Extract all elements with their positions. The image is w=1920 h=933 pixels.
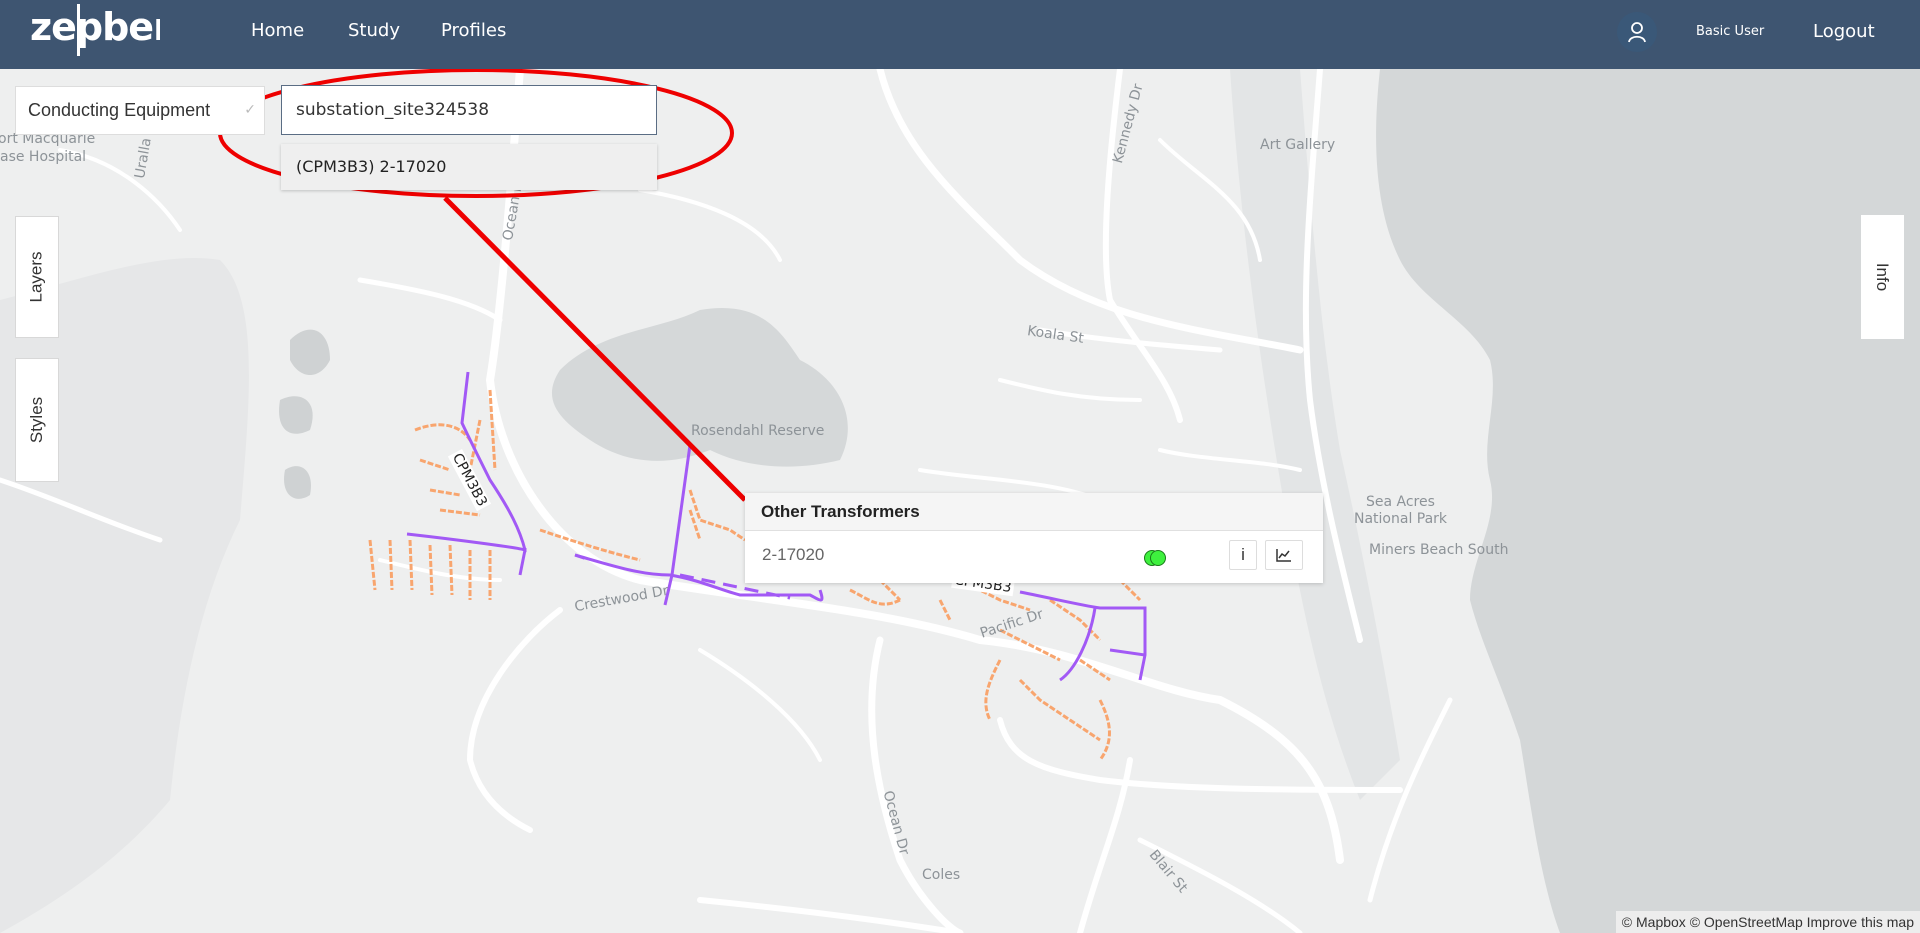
map-label: ase Hospital [0, 149, 87, 165]
layers-tab[interactable]: Layers [15, 216, 59, 338]
pond [279, 396, 313, 434]
map-label: National Park [1354, 511, 1448, 527]
info-tab[interactable]: Info [1861, 215, 1904, 339]
info-button[interactable]: i [1229, 540, 1257, 570]
sea-area [1376, 69, 1920, 933]
transformer-id: 2-17020 [762, 545, 825, 564]
map-label: Rosendahl Reserve [691, 423, 825, 439]
search-result-item[interactable]: (CPM3B3) 2-17020 [281, 144, 657, 189]
map-label: Art Gallery [1260, 137, 1336, 153]
user-avatar[interactable] [1617, 12, 1657, 52]
map-label: Coles [922, 867, 961, 883]
equipment-type-value: Conducting Equipment [28, 100, 211, 120]
user-name: Basic User [1696, 24, 1765, 39]
search-input[interactable] [281, 85, 657, 135]
pond [284, 466, 311, 499]
info-tab-label: Info [1873, 262, 1893, 292]
styles-tab[interactable]: Styles [15, 358, 59, 482]
top-navbar: zepben Home Study Profiles Basic User Lo… [0, 0, 1920, 69]
chart-button[interactable] [1265, 540, 1303, 570]
transformer-popup: Other Transformers 2-17020 i [745, 493, 1323, 583]
popup-item-row: 2-17020 i [745, 531, 1323, 583]
logout-button[interactable]: Logout [1813, 21, 1875, 42]
reserve-area [551, 308, 848, 467]
search-results-dropdown: (CPM3B3) 2-17020 [281, 144, 657, 190]
nav-study[interactable]: Study [348, 20, 400, 41]
map-attribution[interactable]: © Mapbox © OpenStreetMap Improve this ma… [1615, 911, 1920, 933]
popup-title: Other Transformers [745, 493, 1323, 531]
layers-tab-label: Layers [27, 251, 46, 303]
zepben-logo[interactable]: zepben [30, 4, 160, 60]
user-icon [1628, 22, 1646, 43]
svg-text:zepben: zepben [30, 5, 160, 49]
equipment-type-select[interactable]: Conducting Equipment ✓ [15, 86, 265, 135]
chevron-down-icon: ✓ [244, 101, 256, 117]
nav-home[interactable]: Home [251, 20, 304, 41]
nav-profiles[interactable]: Profiles [441, 20, 506, 41]
map-label: Sea Acres [1366, 494, 1435, 510]
info-icon: i [1241, 545, 1245, 564]
styles-tab-label: Styles [27, 396, 47, 444]
map-label: Miners Beach South [1369, 542, 1509, 558]
pond [290, 329, 330, 375]
status-indicator-icon [1144, 550, 1170, 566]
chart-line-icon [1276, 549, 1291, 562]
